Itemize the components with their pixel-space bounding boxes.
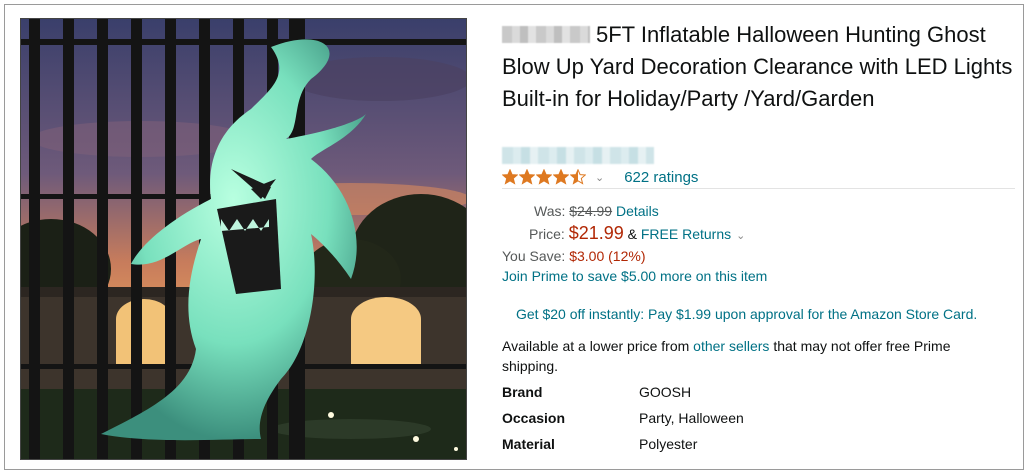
other-sellers-link[interactable]: other sellers [693, 338, 769, 354]
was-label: Was: [534, 203, 566, 219]
rating-row: ⌄ 622 ratings [502, 166, 698, 188]
price-label: Price: [529, 226, 565, 242]
free-returns-link[interactable]: FREE Returns [641, 226, 731, 242]
star-icon [502, 169, 518, 185]
spec-key: Material [502, 436, 555, 452]
chevron-down-icon[interactable]: ⌄ [595, 171, 604, 184]
spec-key: Brand [502, 384, 543, 400]
price-row: Price: $21.99 & FREE Returns ⌄ [529, 223, 745, 244]
availability-note: Available at a lower price from other se… [502, 336, 1002, 376]
current-price: $21.99 [568, 223, 624, 243]
star-icon [570, 169, 586, 185]
blurred-store-link[interactable] [502, 147, 654, 164]
ghost-photo [21, 19, 466, 459]
chevron-down-icon[interactable]: ⌄ [736, 230, 745, 242]
star-rating[interactable] [502, 169, 587, 185]
details-link[interactable]: Details [616, 203, 659, 219]
spec-key: Occasion [502, 410, 566, 426]
star-icon [553, 169, 569, 185]
spec-value: Polyester [639, 436, 698, 452]
product-image[interactable] [20, 18, 467, 460]
blurred-brand [502, 26, 590, 43]
spec-value: Party, Halloween [639, 410, 744, 426]
was-price-row: Was: $24.99 Details [534, 203, 659, 219]
spec-value: GOOSH [639, 384, 692, 400]
you-save-row: You Save: $3.00 (12%) [502, 248, 646, 264]
you-save-value: $3.00 (12%) [569, 248, 646, 264]
ampersand: & [627, 226, 637, 242]
star-icon [536, 169, 552, 185]
availability-prefix: Available at a lower price from [502, 338, 694, 354]
join-prime-link[interactable]: Join Prime to save $5.00 more on this it… [502, 268, 767, 284]
star-icon [519, 169, 535, 185]
divider [502, 188, 1015, 189]
ratings-count-link[interactable]: 622 ratings [624, 169, 698, 186]
was-price: $24.99 [569, 203, 613, 219]
you-save-label: You Save: [502, 248, 566, 264]
store-card-offer[interactable]: Get $20 off instantly: Pay $1.99 upon ap… [516, 306, 977, 322]
prime-savings-row: Join Prime to save $5.00 more on this it… [502, 268, 767, 284]
product-title[interactable]: 5FT Inflatable Halloween Hunting Ghost B… [502, 19, 1017, 115]
